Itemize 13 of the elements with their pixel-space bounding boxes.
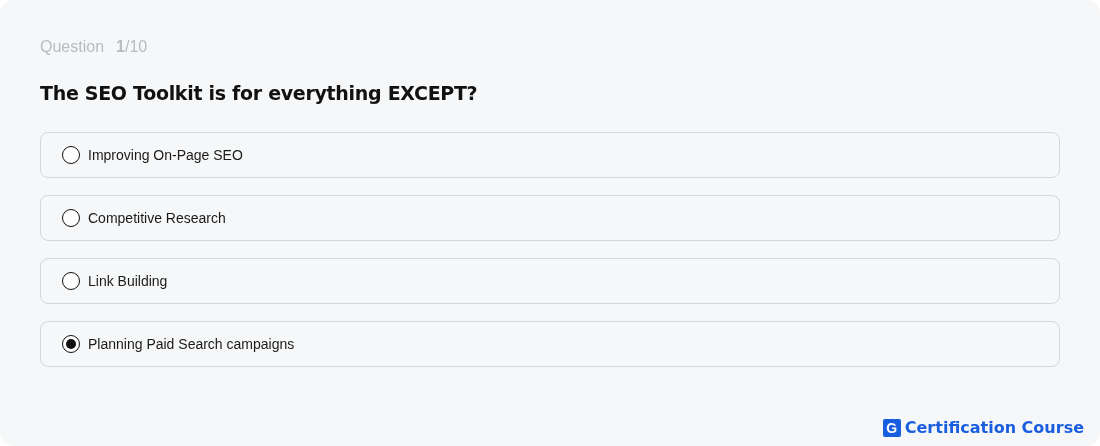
question-text: The SEO Toolkit is for everything EXCEPT? [40, 82, 479, 104]
radio-button[interactable] [62, 146, 80, 164]
answer-option[interactable]: Competitive Research [40, 195, 1060, 241]
logo-mark: G [882, 418, 901, 437]
answer-option[interactable]: Link Building [40, 258, 1060, 304]
radio-button[interactable] [62, 335, 80, 353]
question-counter: 1/10 [116, 38, 148, 56]
question-label: Question [40, 38, 105, 56]
radio-button[interactable] [62, 272, 80, 290]
brand-title: Certification Course [904, 418, 1084, 437]
answer-option[interactable]: Planning Paid Search campaigns [40, 321, 1060, 367]
radio-button[interactable] [62, 209, 80, 227]
answer-option[interactable]: Improving On-Page SEO [40, 132, 1060, 178]
